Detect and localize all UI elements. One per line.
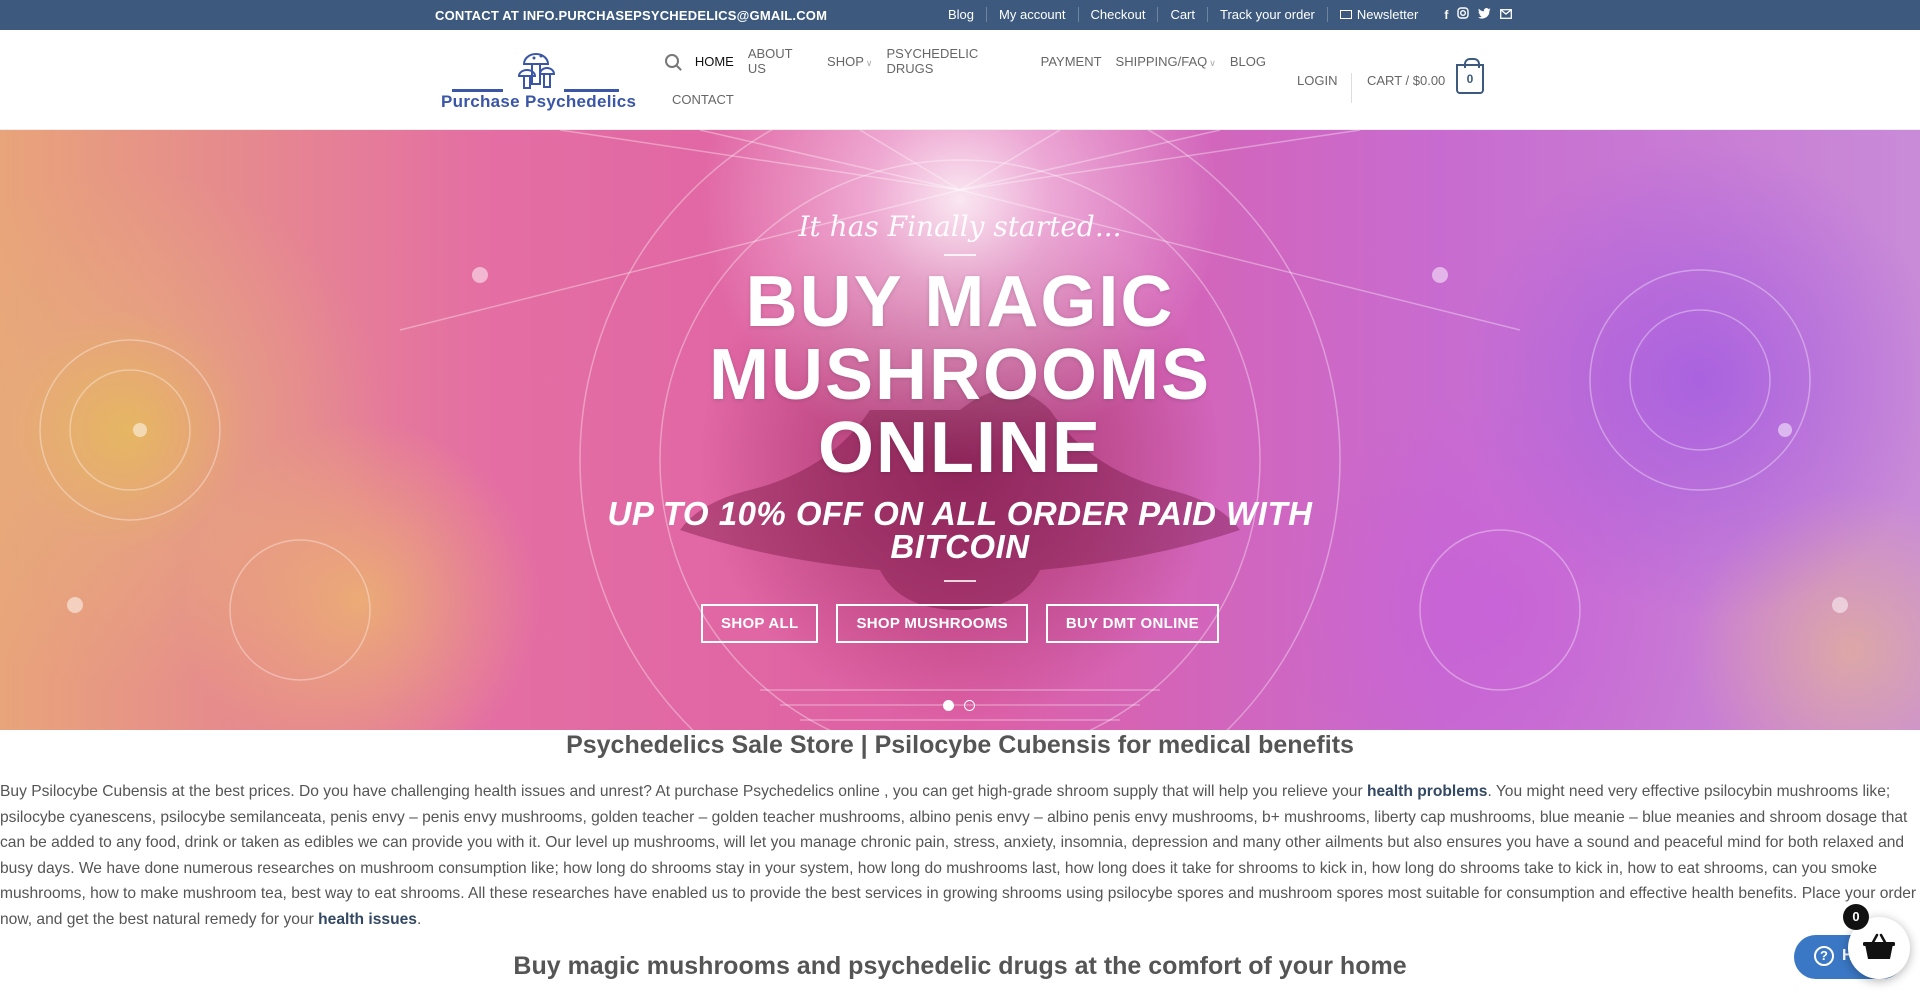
nav-shipping-faq[interactable]: SHIPPING/FAQ ∨	[1116, 54, 1216, 69]
logo-text[interactable]: Purchase Psychedelics	[441, 92, 636, 112]
buy-dmt-online-button[interactable]: BUY DMT ONLINE	[1045, 604, 1219, 643]
newsletter-label: Newsletter	[1356, 7, 1419, 22]
nav-payment[interactable]: PAYMENT	[1041, 54, 1102, 69]
hero-divider	[944, 580, 976, 582]
search-icon[interactable]	[665, 54, 679, 68]
hero-title-line1: BUY MAGIC	[745, 262, 1175, 342]
nav-home[interactable]: HOME	[695, 54, 734, 69]
top-link-newsletter[interactable]: Newsletter	[1326, 7, 1430, 22]
mini-cart-count: 0	[1843, 904, 1869, 930]
hero-divider	[944, 254, 976, 256]
intro-paragraph: Buy Psilocybe Cubensis at the best price…	[0, 779, 1920, 933]
hero-buttons: SHOP ALL SHOP MUSHROOMS BUY DMT ONLINE	[0, 604, 1920, 643]
top-link-checkout[interactable]: Checkout	[1077, 7, 1158, 22]
para-text-2: . You might need very effective psilocyb…	[0, 783, 1917, 928]
top-bar: CONTACT AT INFO.PURCHASEPSYCHEDELICS@GMA…	[0, 0, 1920, 30]
top-links: Blog My account Checkout Cart Track your…	[936, 7, 1513, 22]
cart-link[interactable]: CART / $0.00	[1367, 73, 1445, 88]
nav-psychedelic-drugs[interactable]: PSYCHEDELIC DRUGS	[886, 46, 1026, 76]
facebook-icon[interactable]: f	[1444, 8, 1448, 22]
slider-dots	[943, 700, 975, 711]
para-text-1: Buy Psilocybe Cubensis at the best price…	[0, 783, 1367, 800]
section-heading-2: Buy magic mushrooms and psychedelic drug…	[513, 952, 1407, 980]
hero-title: BUY MAGIC MUSHROOMS ONLINE	[0, 266, 1920, 485]
nav-shop[interactable]: SHOP ∨	[827, 54, 872, 69]
slider-dot-2[interactable]	[964, 700, 975, 711]
hero-title-line3: ONLINE	[817, 408, 1102, 488]
hero-offer: UP TO 10% OFF ON ALL ORDER PAID WITH BIT…	[560, 497, 1360, 563]
slider-dot-1[interactable]	[943, 700, 954, 711]
shop-all-button[interactable]: SHOP ALL	[701, 604, 819, 643]
top-link-blog[interactable]: Blog	[936, 7, 986, 22]
top-link-cart[interactable]: Cart	[1157, 7, 1207, 22]
hero-offer-line2: BITCOIN	[890, 528, 1030, 565]
social-icons: f	[1444, 7, 1513, 22]
section-heading-1: Psychedelics Sale Store | Psilocybe Cube…	[566, 731, 1354, 759]
chevron-down-icon: ∨	[1209, 57, 1216, 68]
cart-count-badge[interactable]: 0	[1456, 58, 1484, 94]
top-link-my-account[interactable]: My account	[986, 7, 1077, 22]
contact-email[interactable]: CONTACT AT INFO.PURCHASEPSYCHEDELICS@GMA…	[435, 8, 827, 23]
nav-about-us[interactable]: ABOUT US	[748, 46, 813, 76]
nav-blog[interactable]: BLOG	[1230, 54, 1266, 69]
twitter-icon[interactable]	[1478, 7, 1491, 22]
envelope-icon	[1339, 10, 1352, 19]
email-icon[interactable]	[1500, 8, 1513, 22]
top-link-track-order[interactable]: Track your order	[1207, 7, 1327, 22]
hero-title-line2: MUSHROOMS	[709, 335, 1211, 415]
health-problems-link[interactable]: health problems	[1367, 783, 1487, 800]
hero-offer-line1: UP TO 10% OFF ON ALL ORDER PAID WITH	[607, 495, 1313, 532]
site-header: Purchase Psychedelics HOME ABOUT US SHOP…	[0, 30, 1920, 130]
nav-shop-label: SHOP	[827, 53, 864, 69]
login-link[interactable]: LOGIN	[1297, 73, 1353, 103]
shop-mushrooms-button[interactable]: SHOP MUSHROOMS	[836, 604, 1028, 643]
question-icon: ?	[1814, 946, 1834, 966]
hero-slider: It has Finally started... BUY MAGIC MUSH…	[0, 130, 1920, 730]
chevron-down-icon: ∨	[865, 57, 873, 68]
health-issues-link[interactable]: health issues	[318, 911, 417, 928]
hero-subtitle: It has Finally started...	[798, 210, 1122, 243]
nav-contact[interactable]: CONTACT	[672, 92, 734, 107]
instagram-icon[interactable]	[1457, 7, 1470, 22]
nav-shipping-faq-label: SHIPPING/FAQ	[1115, 53, 1208, 69]
para-text-3: .	[416, 910, 422, 928]
main-nav: HOME ABOUT US SHOP ∨ PSYCHEDELIC DRUGS PA…	[660, 46, 1280, 110]
